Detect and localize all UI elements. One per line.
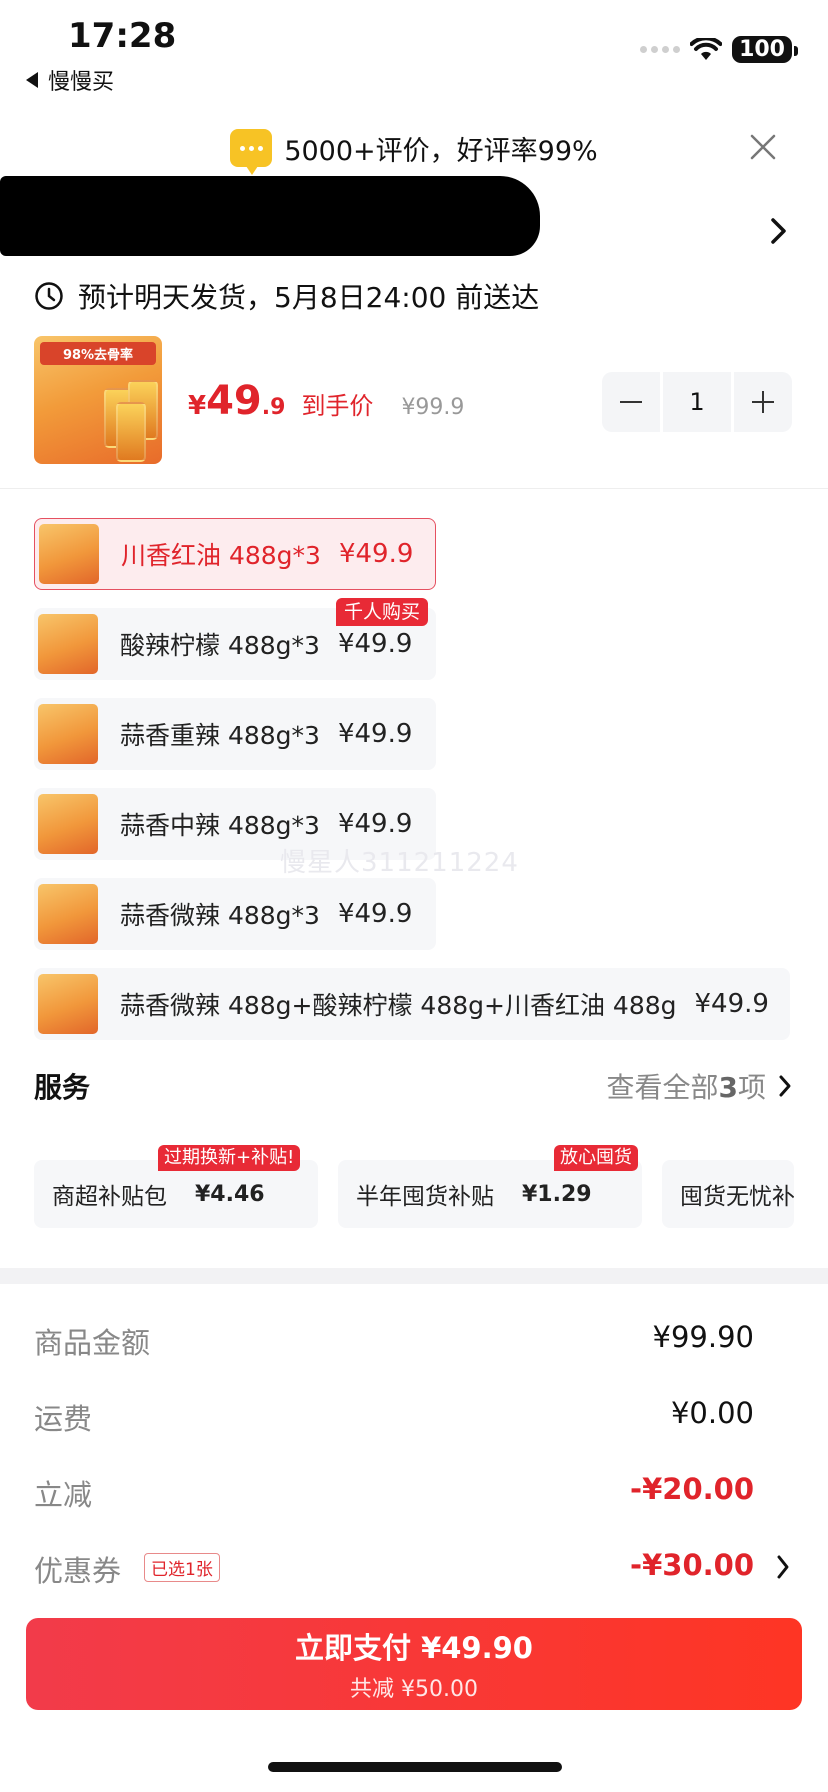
quantity-stepper: 1 <box>602 372 792 432</box>
pay-now-button[interactable]: 立即支付 ¥49.90 共减 ¥50.00 <box>26 1618 802 1710</box>
sku-price: ¥49.9 <box>338 539 414 569</box>
sku-option[interactable]: 川香红油 488g*3 ¥49.9 <box>34 518 436 590</box>
chevron-right-icon <box>779 1075 791 1097</box>
service-price: ¥4.46 <box>195 1181 265 1207</box>
back-arrow-icon <box>26 72 38 88</box>
section-separator <box>0 1268 828 1284</box>
sku-name: 蒜香重辣 488g*3 <box>120 721 320 750</box>
delivery-text: 预计明天发货，5月8日24:00 前送达 <box>78 281 540 314</box>
sku-thumbnail <box>38 704 98 764</box>
view-all-services-link[interactable]: 查看全部3项 <box>606 1066 792 1106</box>
status-time: 17:28 <box>68 16 177 56</box>
sku-name: 酸辣柠檬 488g*3 <box>120 631 320 660</box>
service-badge: 放心囤货 <box>554 1145 638 1171</box>
product-image-caption: 98%去骨率 <box>40 342 156 365</box>
chevron-right-icon[interactable] <box>768 216 790 246</box>
view-all-suffix: 项 <box>737 1071 766 1104</box>
price-row: ¥49.9 到手价 ¥99.9 <box>188 378 464 424</box>
sku-option[interactable]: 蒜香微辣 488g+酸辣柠檬 488g+川香红油 488g ¥49.9 <box>34 968 790 1040</box>
sku-thumbnail <box>38 974 98 1034</box>
services-title: 服务 <box>34 1071 91 1104</box>
review-summary: 5000+评价，好评率99% <box>284 135 598 167</box>
minus-icon <box>620 401 642 403</box>
address-redacted[interactable] <box>0 176 540 256</box>
sku-option[interactable]: 蒜香微辣 488g*3 ¥49.9 <box>34 878 436 950</box>
increase-quantity-button[interactable] <box>734 372 792 432</box>
view-all-prefix: 查看全部 <box>606 1071 719 1104</box>
clock-icon <box>35 282 63 310</box>
view-all-count: 3 <box>718 1071 738 1104</box>
sku-thumbnail <box>39 524 99 584</box>
popular-badge: 千人购买 <box>336 598 429 626</box>
final-price-label: 到手价 <box>301 392 374 420</box>
review-banner: 5000+评价，好评率99% <box>0 126 828 175</box>
sku-thumbnail <box>38 794 98 854</box>
delivery-estimate: 预计明天发货，5月8日24:00 前送达 <box>34 276 539 316</box>
battery-icon: 100 <box>732 36 798 63</box>
sku-price: ¥49.9 <box>694 989 769 1019</box>
quantity-value[interactable]: 1 <box>663 372 731 432</box>
pay-now-label: 立即支付 ¥49.90 <box>294 1631 533 1665</box>
service-option[interactable]: 囤货无忧补 <box>662 1160 794 1228</box>
chat-bubble-icon <box>230 129 273 175</box>
sku-thumbnail <box>38 614 98 674</box>
coupon-selected-tag: 已选1张 <box>144 1553 220 1582</box>
status-indicators: 100 <box>640 36 798 63</box>
service-price: ¥1.29 <box>522 1181 592 1207</box>
original-price: ¥99.9 <box>401 395 465 420</box>
instant-discount-label: 立减 <box>34 1478 93 1512</box>
service-badge: 过期换新+补贴! <box>158 1145 301 1171</box>
goods-amount-label: 商品金额 <box>34 1326 151 1360</box>
sku-price: ¥49.9 <box>337 719 413 749</box>
watermark: 慢星人311211224 <box>280 848 519 878</box>
wifi-icon <box>690 37 723 60</box>
sku-name: 蒜香中辣 488g*3 <box>120 811 320 840</box>
service-name: 商超补贴包 <box>52 1184 167 1210</box>
instant-discount-value: -¥20.00 <box>630 1472 754 1506</box>
sku-option[interactable]: 蒜香重辣 488g*3 ¥49.9 <box>34 698 436 770</box>
sku-name: 川香红油 488g*3 <box>121 541 321 570</box>
sku-name: 蒜香微辣 488g*3 <box>120 901 320 930</box>
shipping-value: ¥0.00 <box>670 1396 754 1430</box>
service-name: 囤货无忧补 <box>680 1184 794 1210</box>
total-savings-label: 共减 ¥50.00 <box>350 1677 478 1702</box>
sku-price: ¥49.9 <box>337 629 413 659</box>
coupon-value[interactable]: -¥30.00 <box>630 1548 754 1582</box>
service-name: 半年囤货补贴 <box>356 1184 494 1210</box>
divider <box>0 488 828 489</box>
close-icon[interactable] <box>748 132 778 162</box>
sku-price: ¥49.9 <box>337 809 413 839</box>
sku-thumbnail <box>38 884 98 944</box>
shipping-label: 运费 <box>34 1402 93 1436</box>
coupon-label[interactable]: 优惠券 <box>34 1548 121 1590</box>
home-indicator[interactable] <box>268 1762 562 1772</box>
sku-name: 蒜香微辣 488g+酸辣柠檬 488g+川香红油 488g <box>120 991 677 1020</box>
decrease-quantity-button[interactable] <box>602 372 660 432</box>
signal-icon <box>640 46 681 53</box>
chevron-right-icon[interactable] <box>776 1554 790 1580</box>
final-price: ¥49.9 <box>188 378 286 424</box>
sku-price: ¥49.9 <box>337 899 413 929</box>
back-app-label: 慢慢买 <box>48 70 115 95</box>
product-image[interactable]: 98%去骨率 <box>34 336 162 464</box>
plus-icon <box>752 391 774 413</box>
goods-amount-value: ¥99.90 <box>652 1320 754 1354</box>
back-to-app-link[interactable]: 慢慢买 <box>26 64 114 96</box>
